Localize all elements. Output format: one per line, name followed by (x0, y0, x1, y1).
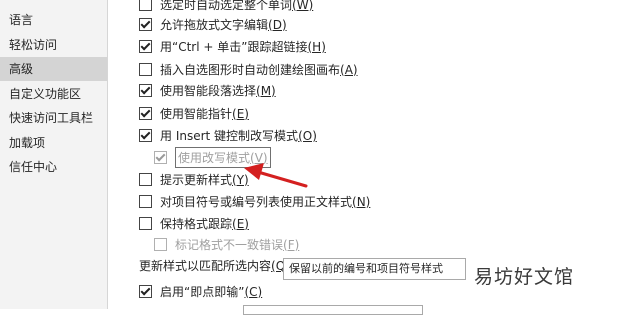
arrow-shaft (256, 170, 308, 188)
arrow-head (244, 163, 264, 180)
watermark-text: 易坊好文馆 (474, 266, 575, 288)
